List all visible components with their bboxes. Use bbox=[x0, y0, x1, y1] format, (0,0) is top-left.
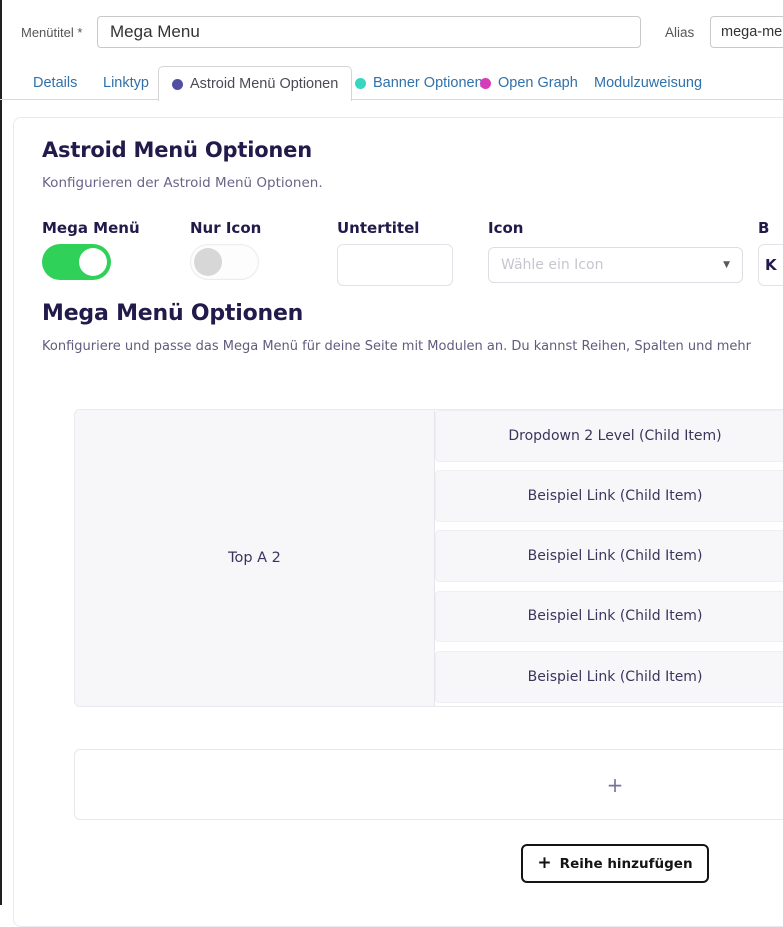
menu-title-label: Menütitel * bbox=[21, 25, 82, 40]
builder-child-item[interactable]: Beispiel Link (Child Item) bbox=[435, 591, 783, 643]
plus-icon: + bbox=[537, 855, 551, 872]
untertitel-label: Untertitel bbox=[337, 219, 419, 237]
astroid-tab-dot-icon bbox=[172, 79, 183, 90]
builder-empty-row-add-column[interactable]: + bbox=[74, 749, 783, 820]
window-left-edge bbox=[0, 0, 2, 905]
menu-title-input[interactable] bbox=[97, 16, 641, 48]
mega-menu-toggle[interactable] bbox=[42, 244, 111, 280]
toggle-knob bbox=[79, 248, 107, 276]
mega-menu-label: Mega Menü bbox=[42, 219, 140, 237]
builder-parent-item[interactable]: Top A 2 bbox=[75, 410, 435, 706]
open-graph-tab-dot-icon bbox=[480, 78, 491, 89]
nur-icon-toggle[interactable] bbox=[190, 244, 259, 280]
builder-child-item[interactable]: Beispiel Link (Child Item) bbox=[435, 651, 783, 703]
mega-menu-builder-row: Top A 2 Dropdown 2 Level (Child Item) Be… bbox=[74, 409, 783, 707]
tab-open-graph[interactable]: Open Graph bbox=[480, 66, 578, 100]
tab-astroid-menu-optionen[interactable]: Astroid Menü Optionen bbox=[158, 66, 352, 101]
icon-label: Icon bbox=[488, 219, 523, 237]
nur-icon-label: Nur Icon bbox=[190, 219, 261, 237]
untertitel-input[interactable] bbox=[337, 244, 453, 286]
banner-tab-dot-icon bbox=[355, 78, 366, 89]
section-subtitle: Konfigurieren der Astroid Menü Optionen. bbox=[42, 175, 323, 191]
section-title-astroid-menu-optionen: Astroid Menü Optionen bbox=[42, 138, 312, 162]
badge-field[interactable]: K bbox=[758, 244, 783, 286]
section-title-mega-menu-optionen: Mega Menü Optionen bbox=[42, 301, 303, 326]
add-row-button[interactable]: + Reihe hinzufügen bbox=[521, 844, 708, 883]
builder-child-item[interactable]: Beispiel Link (Child Item) bbox=[435, 530, 783, 582]
alias-input[interactable] bbox=[710, 16, 783, 48]
toggle-knob bbox=[194, 248, 222, 276]
icon-select[interactable]: Wähle ein Icon ▼ bbox=[488, 247, 743, 283]
tab-linktyp[interactable]: Linktyp bbox=[103, 66, 149, 100]
badge-label: B bbox=[758, 219, 769, 237]
builder-child-item[interactable]: Beispiel Link (Child Item) bbox=[435, 470, 783, 522]
tab-details[interactable]: Details bbox=[33, 66, 77, 100]
tab-modulzuweisung[interactable]: Modulzuweisung bbox=[594, 66, 702, 100]
plus-icon: + bbox=[607, 773, 624, 797]
add-row-button-wrap: + Reihe hinzufügen bbox=[74, 844, 783, 883]
astroid-options-panel: Astroid Menü Optionen Konfigurieren der … bbox=[13, 117, 783, 927]
icon-select-placeholder: Wähle ein Icon bbox=[501, 257, 723, 273]
section-description: Konfiguriere und passe das Mega Menü für… bbox=[42, 339, 783, 354]
builder-child-column: Dropdown 2 Level (Child Item) Beispiel L… bbox=[435, 410, 783, 706]
alias-label: Alias bbox=[665, 25, 694, 40]
builder-child-item[interactable]: Dropdown 2 Level (Child Item) bbox=[435, 410, 783, 462]
tab-bar: Details Linktyp Astroid Menü Optionen Ba… bbox=[0, 66, 783, 100]
tab-banner-optionen[interactable]: Banner Optionen bbox=[355, 66, 483, 100]
chevron-down-icon: ▼ bbox=[723, 260, 730, 270]
